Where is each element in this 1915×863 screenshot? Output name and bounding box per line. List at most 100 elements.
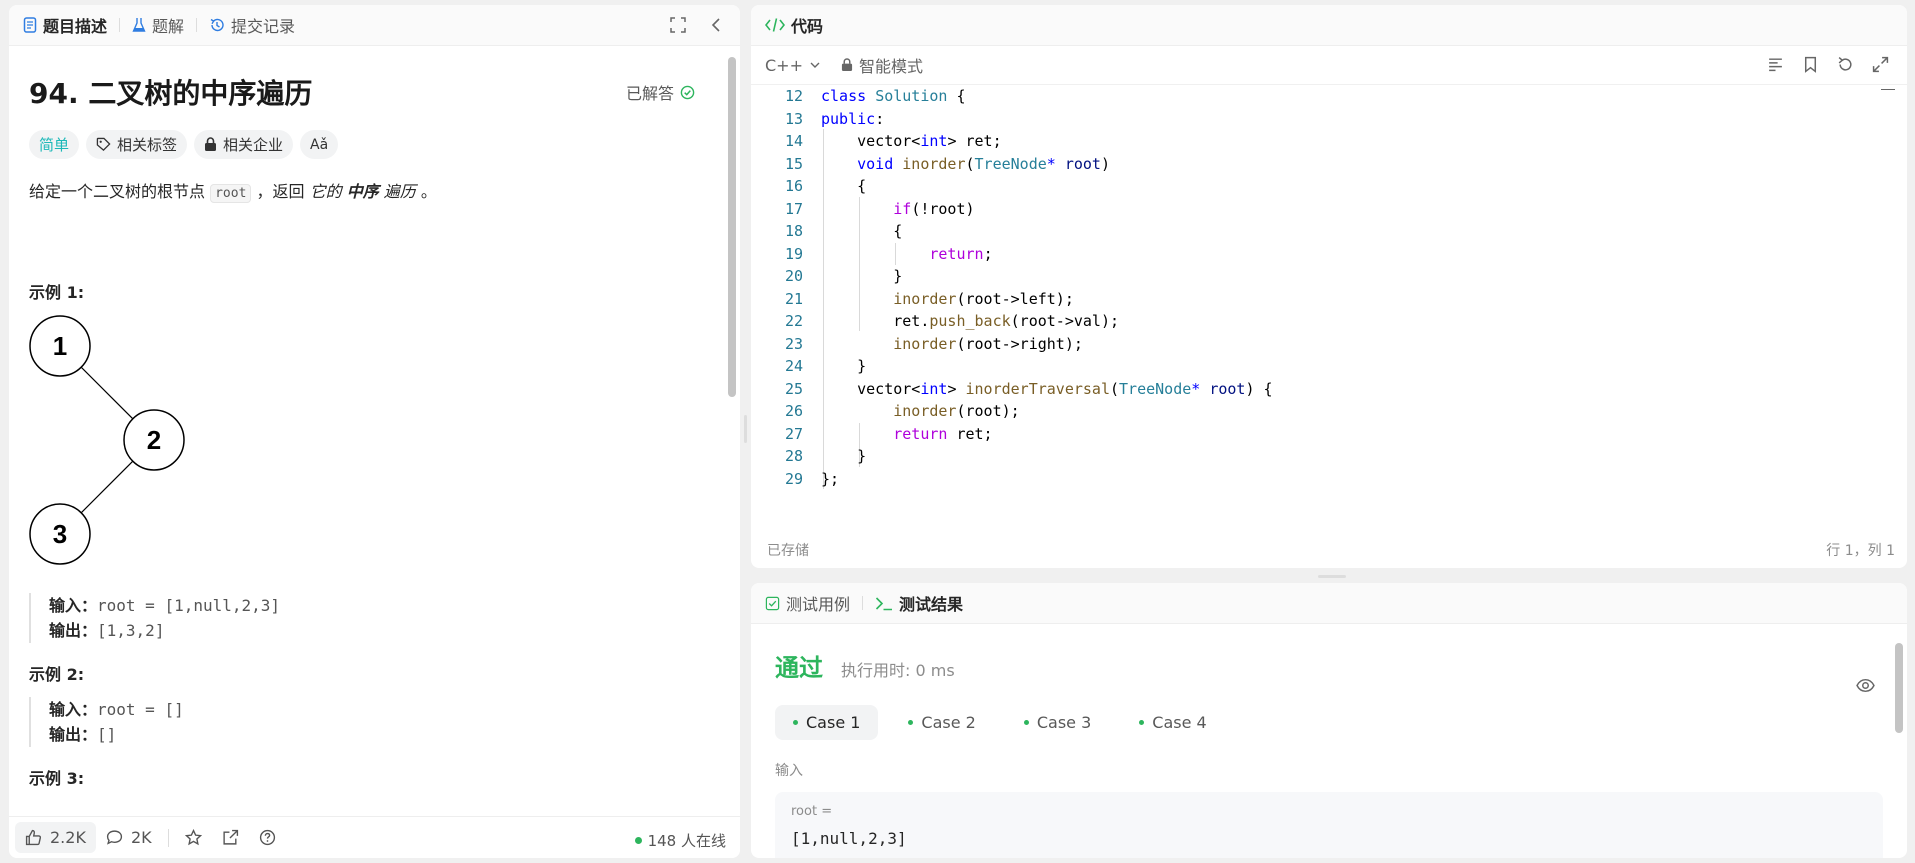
- case-tab-3[interactable]: Case 3: [1006, 705, 1109, 740]
- checkbox-icon: [765, 596, 780, 610]
- code-line[interactable]: 14 vector<int> ret;: [751, 130, 1891, 153]
- variable-value[interactable]: [1,null,2,3]: [791, 829, 1867, 848]
- tag-icon: [96, 137, 111, 152]
- tree-diagram: 1 2 3: [29, 315, 185, 565]
- example-input: root = []: [97, 700, 184, 719]
- line-number: 26: [784, 402, 803, 420]
- cursor-position: 行 1，列 1: [1826, 542, 1895, 559]
- output-label: 输出：: [49, 621, 98, 640]
- code-line[interactable]: 19 return;: [751, 243, 1891, 266]
- desc-italic: 遍历: [378, 182, 416, 201]
- case-tab-4[interactable]: Case 4: [1121, 705, 1224, 740]
- code-line[interactable]: 27 return ret;: [751, 423, 1891, 446]
- scrollbar[interactable]: [728, 57, 736, 397]
- code-line[interactable]: 28 }: [751, 445, 1891, 468]
- eye-icon[interactable]: [1856, 676, 1875, 695]
- star-icon: [184, 829, 202, 846]
- pass-dot: [793, 720, 798, 725]
- mode-select[interactable]: 智能模式: [841, 53, 923, 77]
- scrollbar[interactable]: [1895, 643, 1903, 733]
- divider: [196, 18, 198, 32]
- line-number: 14: [784, 132, 803, 150]
- tab-testcase-label: 测试用例: [786, 595, 851, 614]
- translate-button[interactable]: Aǎ: [300, 130, 339, 159]
- tab-description[interactable]: 题目描述: [23, 13, 107, 37]
- case-label: Case 2: [921, 713, 976, 732]
- line-content: return ret;: [893, 424, 993, 443]
- format-icon[interactable]: [1767, 56, 1784, 73]
- line-content: inorder(root->left);: [893, 289, 1074, 308]
- problem-description: 给定一个二叉树的根节点 root ，返回 它的 中序 遍历 。: [29, 179, 709, 207]
- line-content: {: [821, 222, 903, 240]
- code-line[interactable]: 25 vector<int> inorderTraversal(TreeNode…: [751, 378, 1891, 401]
- tree-node-label: 2: [147, 425, 161, 455]
- case-tab-2[interactable]: Case 2: [890, 705, 993, 740]
- language-select[interactable]: C++: [765, 56, 821, 75]
- code-line[interactable]: 26 inorder(root);: [751, 400, 1891, 423]
- line-content: inorder(root->right);: [893, 334, 1083, 353]
- code-tabbar: 代码: [751, 5, 1907, 46]
- horizontal-resize-handle[interactable]: [1318, 575, 1346, 578]
- code-line[interactable]: 24 }: [751, 355, 1891, 378]
- case-tab-1[interactable]: Case 1: [775, 705, 879, 740]
- input-section-label: 输入: [775, 763, 803, 779]
- tree-node-label: 1: [53, 331, 67, 361]
- tab-solutions[interactable]: 题解: [132, 13, 184, 37]
- terminal-icon: [875, 596, 893, 610]
- code-line[interactable]: 13 public:: [751, 108, 1891, 131]
- reset-icon[interactable]: [1837, 56, 1854, 73]
- difficulty-badge[interactable]: 简单: [29, 130, 80, 159]
- line-content: class Solution {: [821, 87, 966, 105]
- mode-label: 智能模式: [858, 57, 923, 76]
- code-line[interactable]: 20 }: [751, 265, 1891, 288]
- related-tags-button[interactable]: 相关标签: [86, 130, 188, 159]
- thumbs-up-icon: [25, 829, 42, 846]
- comments-button[interactable]: 2K: [96, 822, 162, 853]
- bookmark-icon[interactable]: [1802, 56, 1819, 73]
- line-number: 19: [784, 244, 803, 263]
- example-1-heading: 示例 1:: [29, 283, 85, 302]
- code-line[interactable]: 23 inorder(root->right);: [751, 333, 1891, 356]
- code-line[interactable]: 16 {: [751, 175, 1891, 198]
- example-3-heading: 示例 3:: [29, 769, 85, 788]
- example-output: []: [97, 725, 117, 744]
- lock-icon: [205, 137, 217, 151]
- divider: [119, 18, 121, 32]
- tab-test-result[interactable]: 测试结果: [875, 591, 963, 615]
- online-dot: [634, 837, 642, 844]
- tree-node-label: 3: [53, 519, 67, 549]
- desc-italic: 它的: [309, 182, 347, 201]
- like-button[interactable]: 2.2K: [15, 822, 96, 853]
- line-content: if(!root): [893, 199, 975, 218]
- pass-dot: [1023, 720, 1029, 725]
- related-companies-button[interactable]: 相关企业: [194, 130, 294, 159]
- desc-bold: 中序: [346, 182, 379, 201]
- vertical-resize-handle[interactable]: [744, 415, 747, 443]
- help-button[interactable]: [249, 823, 286, 852]
- related-tags-label: 相关标签: [117, 136, 178, 154]
- code-line[interactable]: 18 {: [751, 220, 1891, 243]
- fullscreen-icon[interactable]: [670, 17, 686, 33]
- share-button[interactable]: [212, 823, 249, 852]
- document-icon: [23, 17, 37, 33]
- code-editor[interactable]: 12 class Solution {13 public: 14 vector<int…: [751, 85, 1891, 505]
- tab-testcase[interactable]: 测试用例: [765, 591, 850, 615]
- tab-submissions[interactable]: 提交记录: [209, 13, 295, 37]
- tab-description-label: 题目描述: [43, 17, 108, 36]
- code-line[interactable]: 17 if(!root): [751, 198, 1891, 221]
- pass-dot: [908, 720, 914, 725]
- favorite-button[interactable]: [175, 823, 212, 852]
- like-count: 2.2K: [50, 828, 86, 847]
- code-line[interactable]: 21 inorder(root->left);: [751, 288, 1891, 311]
- code-line[interactable]: 15 void inorder(TreeNode* root): [751, 153, 1891, 176]
- code-line[interactable]: 12 class Solution {: [751, 85, 1891, 108]
- tab-code[interactable]: 代码: [765, 13, 823, 37]
- line-number: 16: [784, 177, 803, 195]
- code-line[interactable]: 29};: [751, 468, 1891, 491]
- collapse-left-icon[interactable]: [708, 17, 724, 33]
- code-line[interactable]: 22 ret.push_back(root->val);: [751, 310, 1891, 333]
- expand-icon[interactable]: [1872, 56, 1889, 73]
- problem-footer: 2.2K 2K 148 人在线: [9, 816, 740, 858]
- desc-text: 。: [415, 182, 437, 201]
- problem-panel: 题目描述 题解 提交记录 94. 二叉树的中序遍历 已解答 简单 相关标签 相关…: [9, 5, 740, 858]
